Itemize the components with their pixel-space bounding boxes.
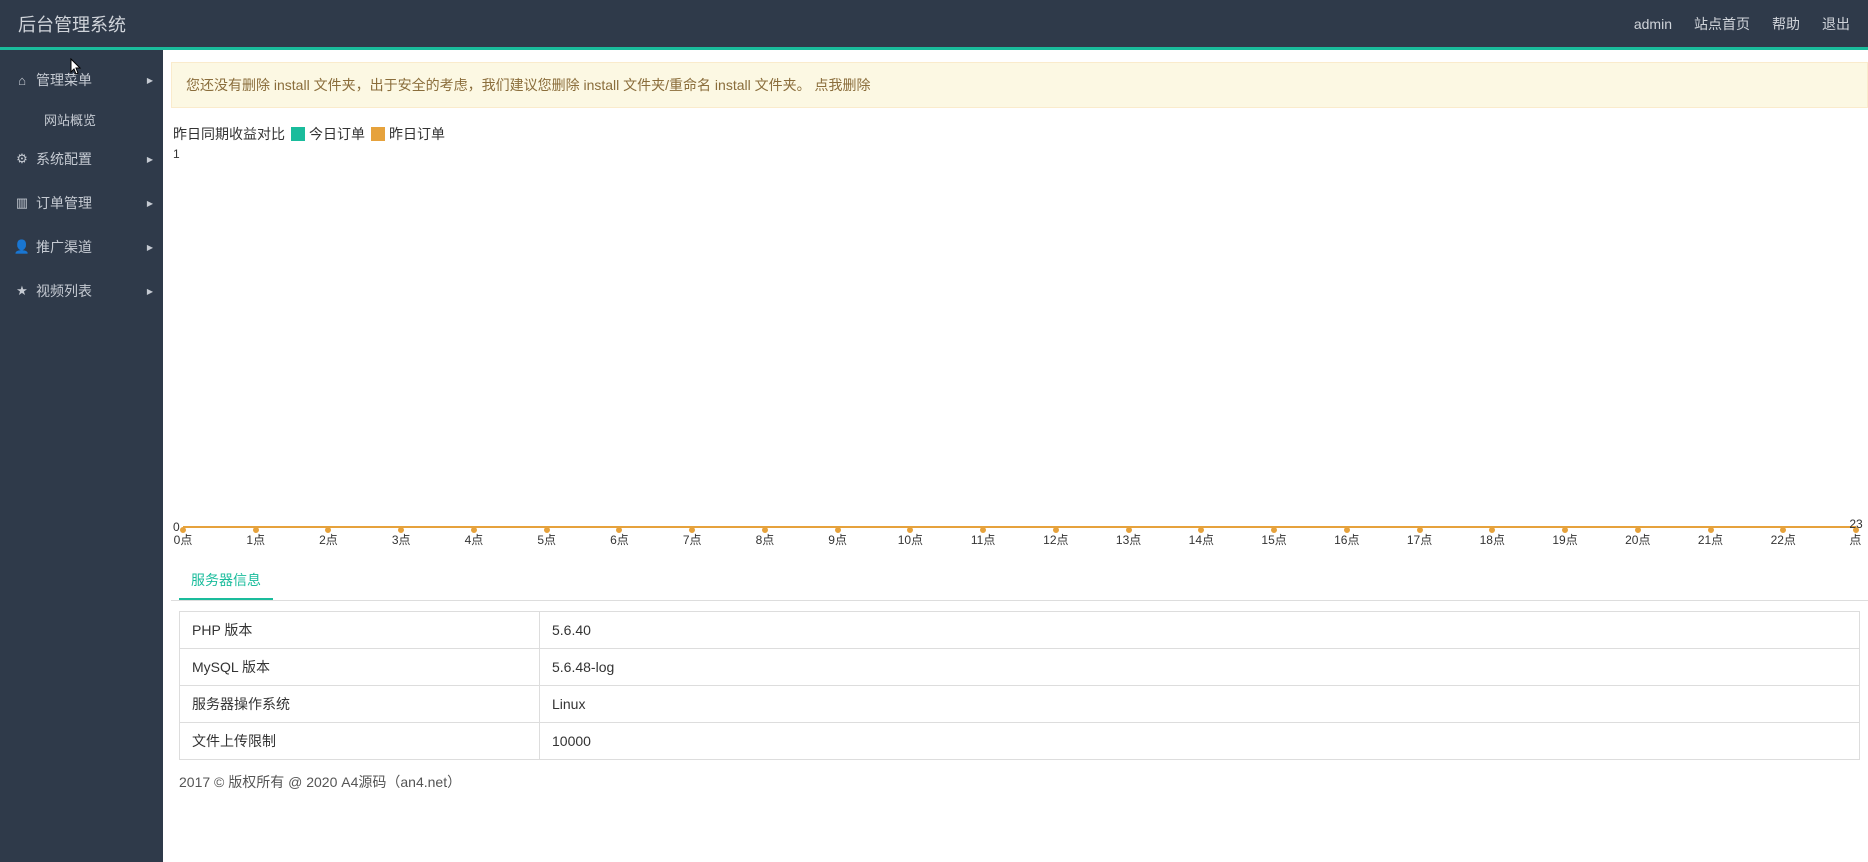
x-tick-label: 14点	[1189, 531, 1214, 548]
info-value: Linux	[540, 686, 1860, 723]
sidebar-subitem-site-overview[interactable]: 网站概览	[0, 102, 163, 137]
table-row: MySQL 版本5.6.48-log	[180, 649, 1860, 686]
info-value: 5.6.40	[540, 612, 1860, 649]
chart-plot-area: 1 0 0点1点2点3点4点5点6点7点8点9点10点11点12点13点14点1…	[171, 148, 1868, 548]
info-value: 5.6.48-log	[540, 649, 1860, 686]
series-line-yesterday	[183, 526, 1856, 528]
x-tick-label: 15点	[1261, 531, 1286, 548]
table-row: PHP 版本5.6.40	[180, 612, 1860, 649]
top-link-site-home[interactable]: 站点首页	[1694, 14, 1750, 34]
sidebar-item-label: 系统配置	[36, 149, 92, 169]
y-tick-max: 1	[173, 147, 180, 161]
star-icon: ★	[14, 283, 30, 299]
caret-right-icon: ▶	[147, 243, 153, 252]
x-tick-label: 16点	[1334, 531, 1359, 548]
x-tick-label: 8点	[756, 531, 775, 548]
legend-swatch-yesterday	[371, 127, 385, 141]
x-tick-label: 6点	[610, 531, 629, 548]
top-link-admin[interactable]: admin	[1634, 16, 1672, 32]
plot-region	[183, 154, 1856, 528]
caret-right-icon: ▶	[147, 199, 153, 208]
sidebar-item-label: 管理菜单	[36, 70, 92, 90]
info-value: 10000	[540, 723, 1860, 760]
topbar: 后台管理系统 admin 站点首页 帮助 退出	[0, 0, 1868, 50]
legend-swatch-today	[291, 127, 305, 141]
sidebar-item-system-config[interactable]: ⚙ 系统配置 ▶	[0, 137, 163, 181]
info-key: 服务器操作系统	[180, 686, 540, 723]
x-tick-label: 7点	[683, 531, 702, 548]
x-tick-label: 4点	[465, 531, 484, 548]
sidebar-item-video-list[interactable]: ★ 视频列表 ▶	[0, 269, 163, 313]
legend-label-yesterday: 昨日订单	[389, 124, 445, 144]
server-info-table: PHP 版本5.6.40MySQL 版本5.6.48-log服务器操作系统Lin…	[179, 611, 1860, 760]
chart-icon: ▥	[14, 195, 30, 211]
x-tick-label: 2点	[319, 531, 338, 548]
x-tick-label: 23点	[1849, 517, 1862, 548]
x-tick-label: 12点	[1043, 531, 1068, 548]
x-tick-label: 9点	[828, 531, 847, 548]
alert-delete-link[interactable]: 点我删除	[815, 77, 871, 93]
sidebar-item-order-management[interactable]: ▥ 订单管理 ▶	[0, 181, 163, 225]
x-tick-label: 10点	[898, 531, 923, 548]
x-tick-label: 18点	[1480, 531, 1505, 548]
x-tick-label: 13点	[1116, 531, 1141, 548]
table-row: 文件上传限制10000	[180, 723, 1860, 760]
top-link-logout[interactable]: 退出	[1822, 14, 1850, 34]
tab-server-info[interactable]: 服务器信息	[179, 562, 273, 600]
alert-text: 您还没有删除 install 文件夹，出于安全的考虑，我们建议您删除 insta…	[186, 77, 815, 93]
x-tick-label: 19点	[1552, 531, 1577, 548]
x-tick-label: 20点	[1625, 531, 1650, 548]
user-icon: 👤	[14, 239, 30, 255]
legend-label-today: 今日订单	[309, 124, 365, 144]
x-tick-label: 21点	[1698, 531, 1723, 548]
info-key: MySQL 版本	[180, 649, 540, 686]
info-key: PHP 版本	[180, 612, 540, 649]
revenue-chart: 昨日同期收益对比 今日订单 昨日订单 1 0 0点1点2点3点4点5点6点7点8…	[171, 124, 1868, 548]
sidebar-item-management-menu[interactable]: ⌂ 管理菜单 ▶	[0, 58, 163, 102]
footer-copyright: 2017 © 版权所有 @ 2020 A4源码（an4.net）	[171, 760, 1868, 796]
x-axis-labels: 0点1点2点3点4点5点6点7点8点9点10点11点12点13点14点15点16…	[183, 530, 1856, 548]
info-tabs: 服务器信息	[171, 562, 1868, 601]
x-tick-label: 17点	[1407, 531, 1432, 548]
cogs-icon: ⚙	[14, 151, 30, 167]
caret-right-icon: ▶	[147, 76, 153, 85]
info-key: 文件上传限制	[180, 723, 540, 760]
table-row: 服务器操作系统Linux	[180, 686, 1860, 723]
chart-legend: 昨日同期收益对比 今日订单 昨日订单	[171, 124, 1868, 144]
caret-right-icon: ▶	[147, 155, 153, 164]
brand-title: 后台管理系统	[18, 11, 126, 37]
chart-title: 昨日同期收益对比	[173, 124, 285, 144]
x-tick-label: 3点	[392, 531, 411, 548]
sidebar-item-promotion-channels[interactable]: 👤 推广渠道 ▶	[0, 225, 163, 269]
x-tick-label: 22点	[1771, 531, 1796, 548]
x-tick-label: 0点	[174, 531, 193, 548]
main-content: 您还没有删除 install 文件夹，出于安全的考虑，我们建议您删除 insta…	[163, 50, 1868, 862]
install-warning-alert: 您还没有删除 install 文件夹，出于安全的考虑，我们建议您删除 insta…	[171, 62, 1868, 108]
x-tick-label: 1点	[246, 531, 265, 548]
sidebar-item-label: 视频列表	[36, 281, 92, 301]
sidebar: ⌂ 管理菜单 ▶ 网站概览 ⚙ 系统配置 ▶ ▥ 订单管理 ▶ 👤 推广渠道 ▶…	[0, 50, 163, 862]
home-icon: ⌂	[14, 73, 30, 88]
sidebar-item-label: 推广渠道	[36, 237, 92, 257]
x-tick-label: 11点	[971, 531, 995, 548]
x-tick-label: 5点	[537, 531, 556, 548]
caret-right-icon: ▶	[147, 287, 153, 296]
top-link-help[interactable]: 帮助	[1772, 14, 1800, 34]
sidebar-item-label: 订单管理	[36, 193, 92, 213]
